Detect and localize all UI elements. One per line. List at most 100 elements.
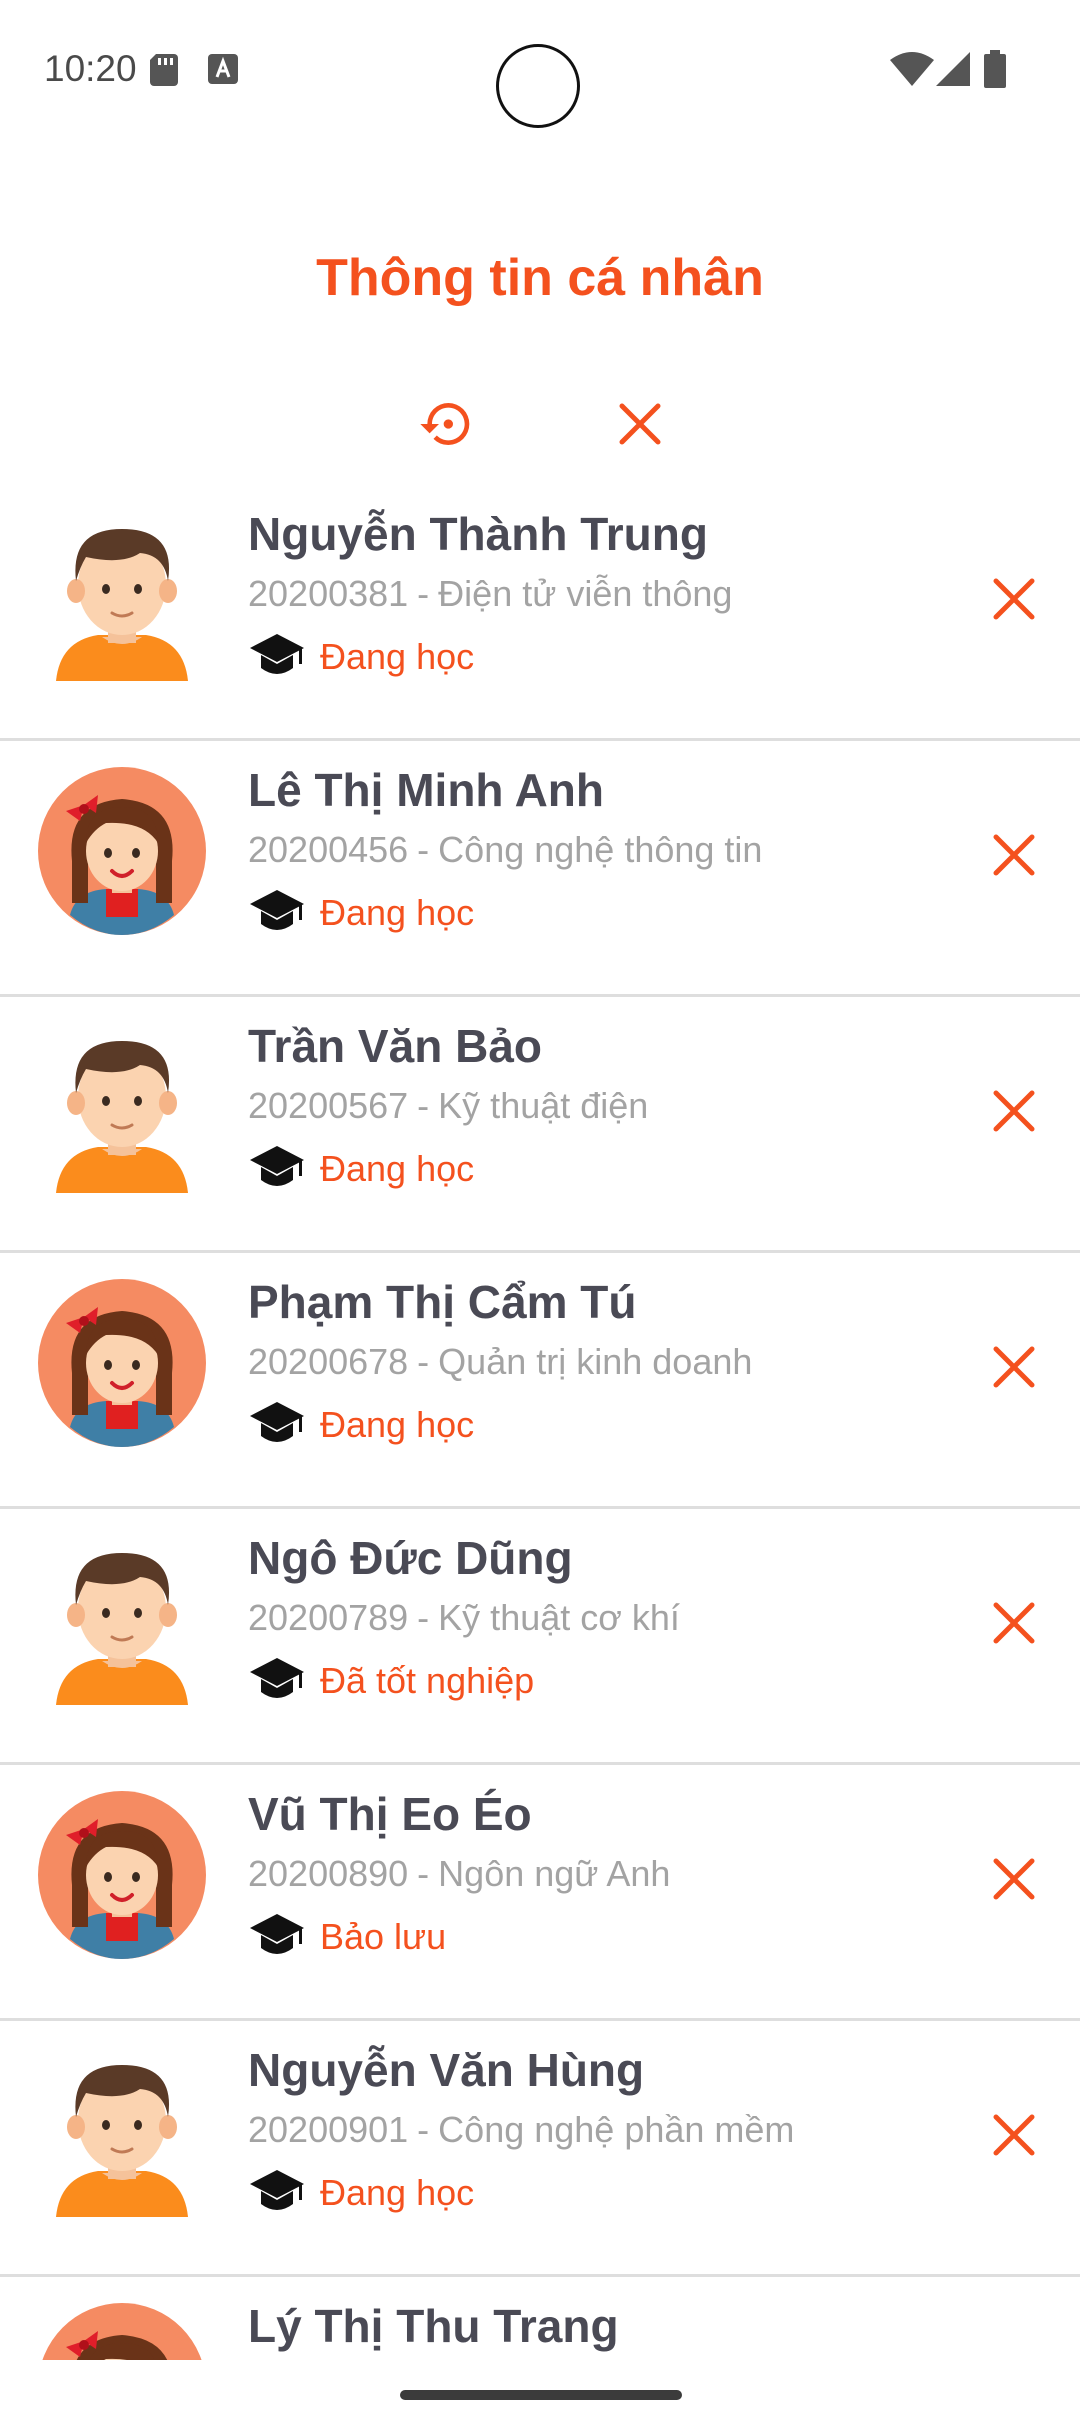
student-id: 20200567 [248, 1085, 409, 1126]
student-major: Công nghệ thông tin [438, 829, 763, 870]
delete-button[interactable] [978, 563, 1050, 635]
separator: - [417, 2109, 430, 2150]
student-name: Trần Văn Bảo [248, 1020, 542, 1072]
status-group: Đang học [248, 627, 474, 687]
male-avatar-icon [56, 529, 188, 681]
graduation-cap-icon [250, 1914, 304, 1954]
student-name: Phạm Thị Cẩm Tú [248, 1276, 637, 1328]
student-name: Ngô Đức Dũng [248, 1532, 573, 1584]
refresh-button[interactable] [414, 392, 478, 456]
clear-all-button[interactable] [608, 392, 672, 456]
page-title: Thông tin cá nhân [316, 249, 764, 307]
separator: - [417, 829, 430, 870]
gesture-nav-bar[interactable] [400, 2390, 682, 2400]
cell-signal-icon [936, 52, 970, 91]
student-major: Quản trị kinh doanh [438, 1341, 753, 1382]
graduation-cap-icon [250, 1402, 304, 1442]
student-info: 20200381- Điện tử viễn thông [248, 573, 732, 615]
graduation-cap-icon [250, 1146, 304, 1186]
student-name: Nguyễn Văn Hùng [248, 2044, 645, 2096]
student-info: 20200890- Ngôn ngữ Anh [248, 1853, 670, 1895]
student-row[interactable]: Lê Thị Minh Anh 20200456- Công nghệ thông… [0, 741, 1080, 997]
status-time: 10:20 [44, 48, 137, 89]
student-info: 20200901- Công nghệ phần mềm [248, 2109, 794, 2151]
status-group: Đang học [248, 2163, 474, 2223]
status-label: Đang học [320, 1148, 475, 1189]
close-icon [993, 1602, 1035, 1644]
male-avatar-icon [56, 1553, 188, 1705]
female-avatar-icon [38, 767, 206, 935]
delete-button[interactable] [978, 1843, 1050, 1915]
student-major: Công nghệ phần mềm [438, 2109, 795, 2150]
student-info: 20200678- Quản trị kinh doanh [248, 1341, 752, 1383]
female-avatar-icon [38, 1791, 206, 1959]
sd-card-icon [150, 54, 178, 91]
status-group: Đã tốt nghiệp [248, 1651, 534, 1711]
student-name: Lý Thị Thu Trang [248, 2300, 619, 2352]
student-id: 20200678 [248, 1341, 409, 1382]
close-icon [993, 2114, 1035, 2156]
status-label: Bảo lưu [320, 1916, 447, 1957]
wifi-icon [890, 52, 934, 91]
student-row[interactable]: Phạm Thị Cẩm Tú 20200678- Quản trị kinh d… [0, 1253, 1080, 1509]
separator: - [417, 1341, 430, 1382]
male-avatar-icon [56, 2065, 188, 2217]
status-label: Đang học [320, 1404, 475, 1445]
status-bar: 10:20 [0, 0, 1080, 140]
student-list: Nguyễn Thành Trung 20200381- Điện tử viễn… [0, 485, 1080, 2360]
student-id: 20200381 [248, 573, 409, 614]
student-major: Ngôn ngữ Anh [438, 1853, 671, 1894]
status-label: Đang học [320, 892, 475, 933]
separator: - [417, 1597, 430, 1638]
student-major: Kỹ thuật điện [438, 1085, 649, 1126]
student-info: 20200456- Công nghệ thông tin [248, 829, 762, 871]
student-row[interactable]: Nguyễn Văn Hùng 20200901- Công nghệ phần … [0, 2021, 1080, 2277]
student-major: Kỹ thuật cơ khí [438, 1597, 680, 1638]
close-icon [619, 403, 661, 445]
close-icon [993, 578, 1035, 620]
status-group: Đang học [248, 1395, 474, 1455]
student-row[interactable]: Vũ Thị Eo Éo 20200890- Ngôn ngữ Anh Bảo l… [0, 1765, 1080, 2021]
refresh-icon [420, 403, 470, 446]
student-name: Vũ Thị Eo Éo [248, 1788, 532, 1840]
student-id: 20200901 [248, 2109, 409, 2150]
student-id: 20200890 [248, 1853, 409, 1894]
student-id: 20200789 [248, 1597, 409, 1638]
delete-button[interactable] [978, 1331, 1050, 1403]
camera-cutout [496, 44, 580, 128]
female-avatar-icon [42, 2303, 202, 2360]
delete-button[interactable] [978, 819, 1050, 891]
student-row[interactable]: Lý Thị Thu Trang [0, 2277, 1080, 2360]
close-icon [993, 834, 1035, 876]
keyboard-indicator-icon [208, 54, 238, 89]
graduation-cap-icon [250, 1658, 304, 1698]
separator: - [417, 573, 430, 614]
delete-button[interactable] [978, 1075, 1050, 1147]
delete-button[interactable] [978, 1587, 1050, 1659]
close-icon [993, 1858, 1035, 1900]
status-group: Bảo lưu [248, 1907, 446, 1967]
separator: - [417, 1085, 430, 1126]
student-info: 20200789- Kỹ thuật cơ khí [248, 1597, 680, 1639]
female-avatar-icon [38, 1279, 206, 1447]
student-row[interactable]: Ngô Đức Dũng 20200789- Kỹ thuật cơ khí Đã… [0, 1509, 1080, 1765]
delete-button[interactable] [978, 2099, 1050, 2171]
student-major: Điện tử viễn thông [438, 573, 733, 614]
status-group: Đang học [248, 883, 474, 943]
battery-icon [984, 50, 1006, 93]
status-label: Đã tốt nghiệp [320, 1660, 535, 1701]
status-group: Đang học [248, 1139, 474, 1199]
student-name: Nguyễn Thành Trung [248, 508, 708, 560]
student-info: 20200567- Kỹ thuật điện [248, 1085, 648, 1127]
graduation-cap-icon [250, 2170, 304, 2210]
separator: - [417, 1853, 430, 1894]
graduation-cap-icon [250, 634, 304, 674]
male-avatar-icon [56, 1041, 188, 1193]
status-label: Đang học [320, 2172, 475, 2213]
student-row[interactable]: Nguyễn Thành Trung 20200381- Điện tử viễn… [0, 485, 1080, 741]
graduation-cap-icon [250, 890, 304, 930]
status-label: Đang học [320, 636, 475, 677]
student-row[interactable]: Trần Văn Bảo 20200567- Kỹ thuật điện Đang… [0, 997, 1080, 1253]
student-name: Lê Thị Minh Anh [248, 764, 605, 816]
close-icon [993, 1090, 1035, 1132]
